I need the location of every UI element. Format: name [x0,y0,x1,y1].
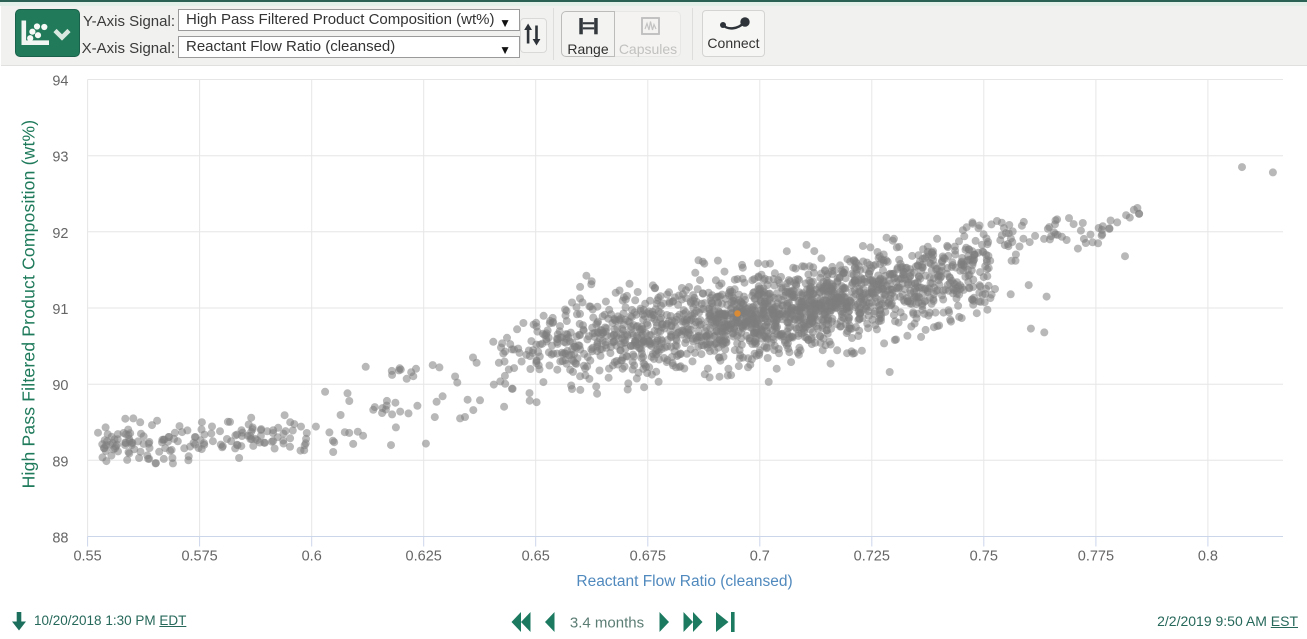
svg-text:91: 91 [52,302,68,318]
svg-text:94: 94 [52,74,68,90]
svg-text:0.725: 0.725 [854,549,890,565]
svg-text:Reactant Flow Ratio (cleansed): Reactant Flow Ratio (cleansed) [576,573,792,590]
svg-text:0.7: 0.7 [750,549,770,565]
svg-text:High Pass Filtered Product Com: High Pass Filtered Product Composition (… [19,120,39,489]
svg-text:0.675: 0.675 [630,549,666,565]
svg-text:0.8: 0.8 [1198,549,1218,565]
svg-text:0.75: 0.75 [970,549,998,565]
svg-text:89: 89 [52,454,68,470]
svg-text:88: 88 [52,531,68,547]
svg-text:0.6: 0.6 [302,549,322,565]
svg-text:92: 92 [52,226,68,242]
svg-text:0.55: 0.55 [73,549,101,565]
svg-text:0.775: 0.775 [1078,549,1114,565]
svg-text:90: 90 [52,378,68,394]
svg-text:3.4 months: 3.4 months [570,615,644,632]
svg-text:0.65: 0.65 [522,549,550,565]
svg-text:0.575: 0.575 [181,549,217,565]
svg-text:0.625: 0.625 [406,549,442,565]
svg-text:93: 93 [52,150,68,166]
